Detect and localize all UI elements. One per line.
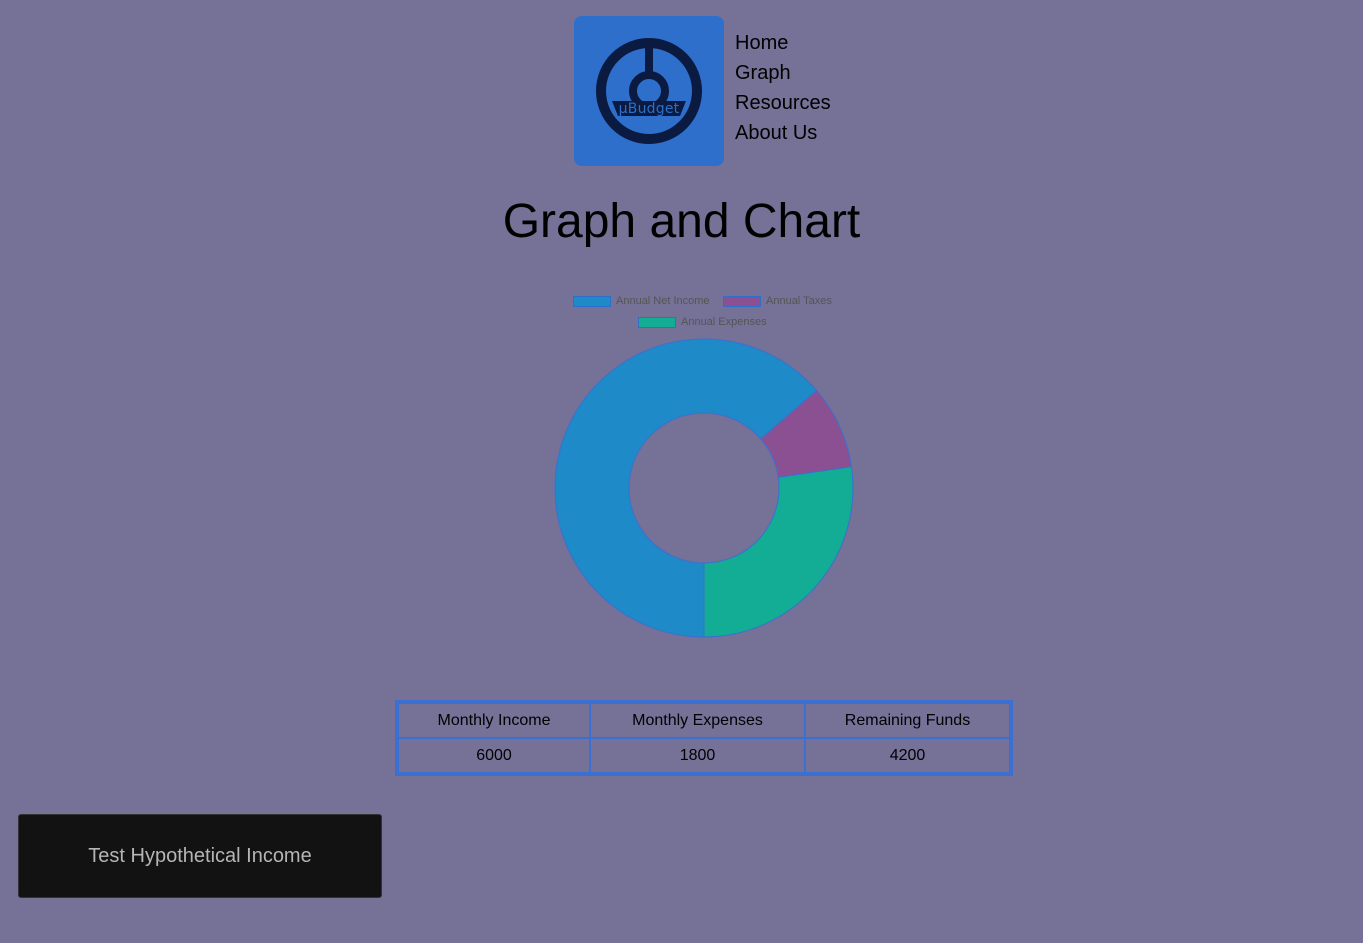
table-row: 6000 1800 4200 [398, 738, 1010, 773]
logo-text: µBudget [618, 101, 680, 117]
page-title: Graph and Chart [502, 195, 861, 248]
doughnut-chart: Annual Net Income Annual Taxes Annual Ex… [534, 288, 874, 648]
budget-summary-table: Monthly Income Monthly Expenses Remainin… [395, 700, 1013, 776]
table-header-row: Monthly Income Monthly Expenses Remainin… [398, 703, 1010, 738]
cell-monthly-income: 6000 [398, 738, 590, 773]
ubudget-logo[interactable]: µBudget [574, 16, 724, 166]
nav-about-us-link[interactable]: About Us [735, 118, 831, 148]
slice-expenses[interactable] [703, 466, 854, 638]
logo-icon [596, 38, 702, 144]
doughnut-svg [554, 338, 854, 638]
nav-home-link[interactable]: Home [735, 28, 831, 58]
header-remaining-funds: Remaining Funds [805, 703, 1010, 738]
cell-remaining-funds: 4200 [805, 738, 1010, 773]
cell-monthly-expenses: 1800 [590, 738, 805, 773]
nav-resources-link[interactable]: Resources [735, 88, 831, 118]
header-monthly-expenses: Monthly Expenses [590, 703, 805, 738]
nav-graph-link[interactable]: Graph [735, 58, 831, 88]
test-hypothetical-income-button[interactable]: Test Hypothetical Income [18, 814, 382, 898]
header-monthly-income: Monthly Income [398, 703, 590, 738]
site-header: µBudget Home Graph Resources About Us [574, 16, 831, 166]
main-nav: Home Graph Resources About Us [735, 28, 831, 148]
